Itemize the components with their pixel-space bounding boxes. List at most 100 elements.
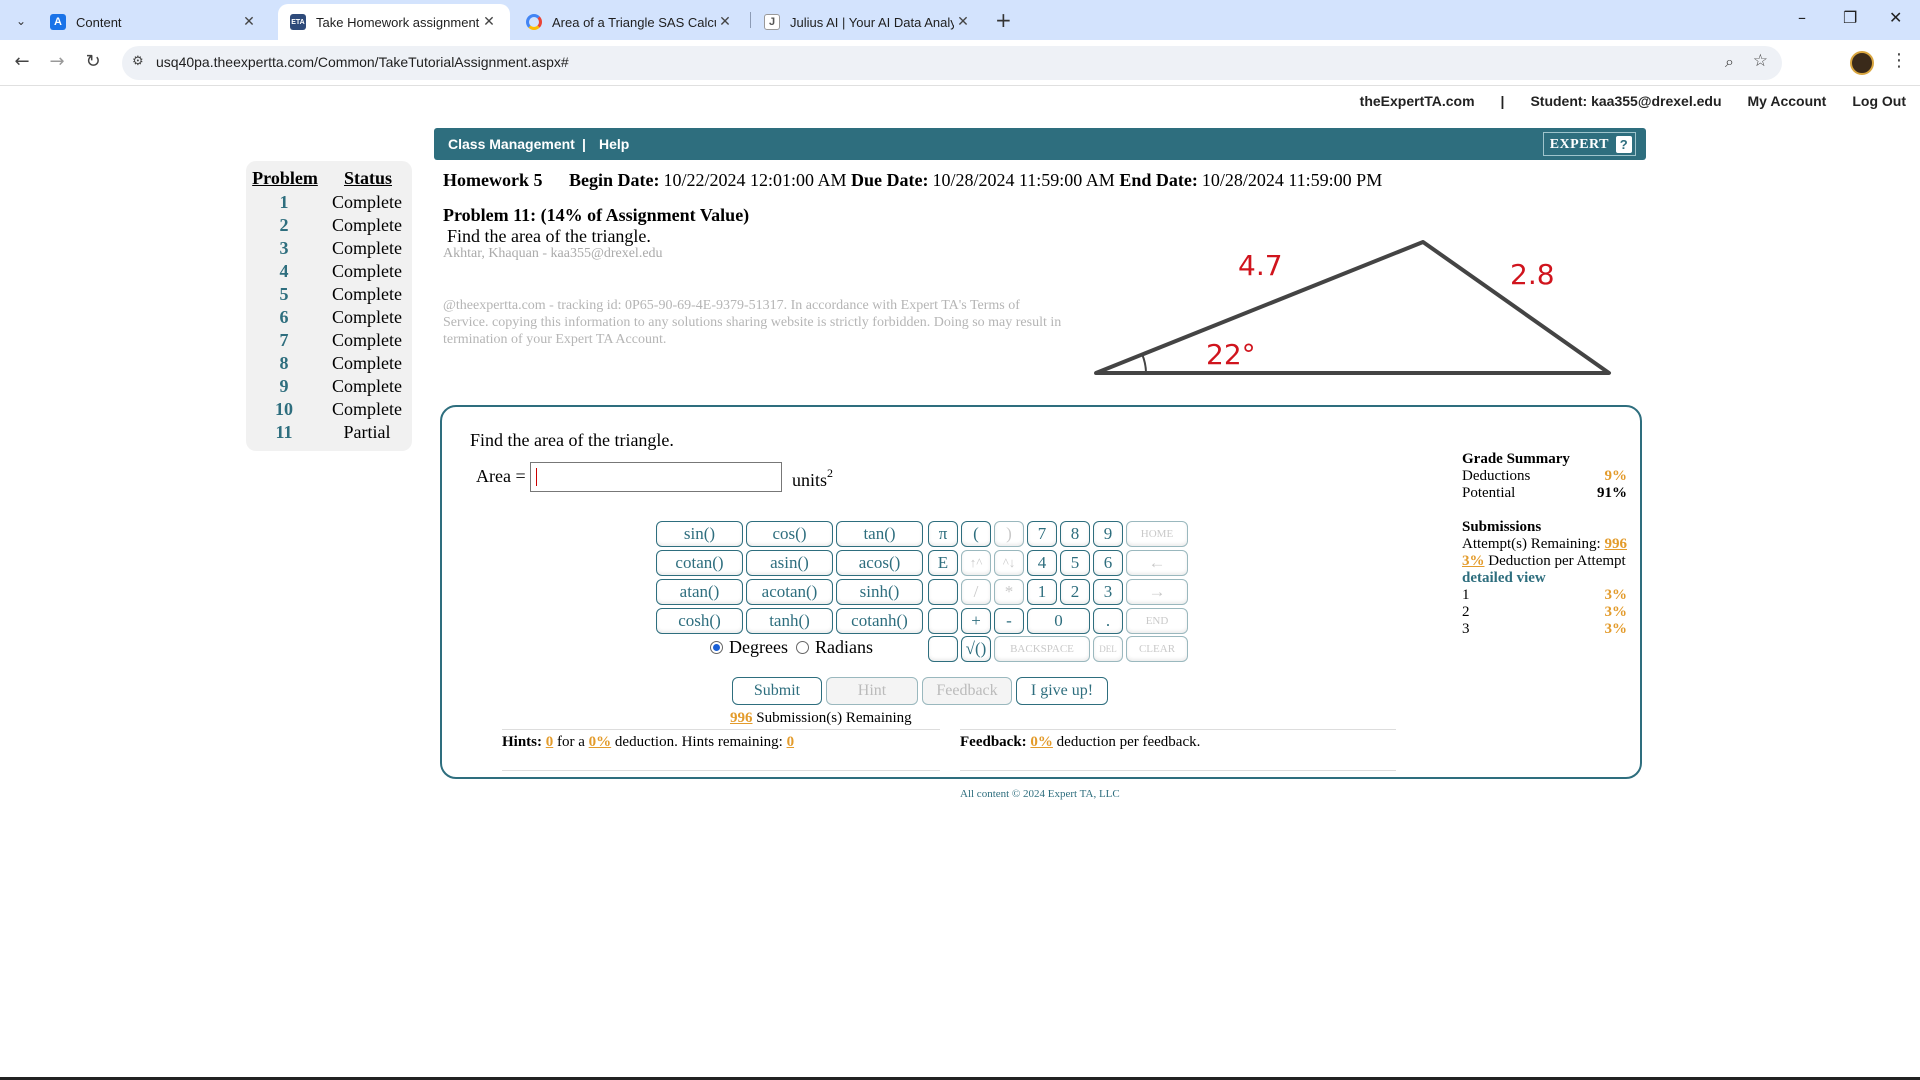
cos-button[interactable]: cos()	[746, 521, 833, 547]
url-text[interactable]: usq40pa.theexpertta.com/Common/TakeTutor…	[156, 54, 569, 70]
key-6[interactable]: 6	[1093, 550, 1123, 576]
help-link[interactable]: Help	[599, 136, 629, 152]
tanh-button[interactable]: tanh()	[746, 608, 833, 634]
delete-button[interactable]: DEL	[1093, 636, 1123, 662]
site-link[interactable]: theExpertTA.com	[1360, 93, 1475, 109]
clear-button[interactable]: CLEAR	[1126, 636, 1188, 662]
right-paren-button[interactable]: )	[994, 521, 1024, 547]
end-button[interactable]: END	[1126, 608, 1188, 634]
close-tab-icon[interactable]: ✕	[716, 14, 734, 30]
radians-radio[interactable]	[796, 641, 809, 654]
problem-number[interactable]: 7	[246, 330, 322, 353]
problem-number[interactable]: 6	[246, 307, 322, 330]
bookmark-star-icon[interactable]: ☆	[1753, 51, 1768, 71]
profile-avatar[interactable]	[1850, 51, 1874, 75]
problem-row[interactable]: 1 Complete	[246, 192, 412, 215]
key-8[interactable]: 8	[1060, 521, 1090, 547]
new-tab-icon[interactable]: +	[995, 8, 1012, 32]
back-icon[interactable]: ←	[10, 50, 34, 74]
subscript-button[interactable]: ^↓	[994, 550, 1024, 576]
degrees-option[interactable]: Degrees	[710, 637, 788, 658]
cursor-right-button[interactable]: →	[1126, 579, 1188, 605]
detailed-view-link[interactable]: detailed view	[1462, 570, 1627, 587]
close-tab-icon[interactable]: ✕	[480, 14, 498, 30]
problem-row[interactable]: 4 Complete	[246, 261, 412, 284]
key-1[interactable]: 1	[1027, 579, 1057, 605]
atan-button[interactable]: atan()	[656, 579, 743, 605]
problem-number[interactable]: 2	[246, 215, 322, 238]
decimal-key[interactable]: .	[1093, 608, 1123, 634]
sqrt-button[interactable]: √()	[961, 636, 991, 662]
problem-row[interactable]: 6 Complete	[246, 307, 412, 330]
logout-link[interactable]: Log Out	[1852, 93, 1906, 109]
site-info-icon[interactable]: ⚙	[132, 54, 144, 69]
give-up-button[interactable]: I give up!	[1016, 677, 1108, 705]
blank-key-2[interactable]	[928, 608, 958, 634]
omnibox[interactable]: ⚙ usq40pa.theexpertta.com/Common/TakeTut…	[122, 46, 1782, 80]
problem-number[interactable]: 5	[246, 284, 322, 307]
key-3[interactable]: 3	[1093, 579, 1123, 605]
tab-julius-ai[interactable]: J Julius AI | Your AI Data Analyst ✕	[752, 4, 984, 40]
close-window-icon[interactable]: ✕	[1889, 8, 1902, 27]
problem-number[interactable]: 10	[246, 399, 322, 422]
plus-button[interactable]: +	[961, 608, 991, 634]
problem-row[interactable]: 3 Complete	[246, 238, 412, 261]
close-tab-icon[interactable]: ✕	[240, 14, 258, 30]
reload-icon[interactable]: ↻	[81, 50, 105, 74]
key-2[interactable]: 2	[1060, 579, 1090, 605]
cursor-left-button[interactable]: ←	[1126, 550, 1188, 576]
close-tab-icon[interactable]: ✕	[954, 14, 972, 30]
cotanh-button[interactable]: cotanh()	[836, 608, 923, 634]
problem-row[interactable]: 11 Partial	[246, 422, 412, 445]
minus-button[interactable]: -	[994, 608, 1024, 634]
tab-content[interactable]: A Content ✕	[38, 4, 270, 40]
superscript-button[interactable]: ↑^	[961, 550, 991, 576]
key-4[interactable]: 4	[1027, 550, 1057, 576]
radians-option[interactable]: Radians	[796, 637, 873, 658]
sin-button[interactable]: sin()	[656, 521, 743, 547]
multiply-button[interactable]: *	[994, 579, 1024, 605]
blank-key-1[interactable]	[928, 579, 958, 605]
key-7[interactable]: 7	[1027, 521, 1057, 547]
my-account-link[interactable]: My Account	[1748, 93, 1827, 109]
tab-triangle-calculator[interactable]: Area of a Triangle SAS Calculat ✕	[514, 4, 746, 40]
problem-row[interactable]: 2 Complete	[246, 215, 412, 238]
problem-number[interactable]: 11	[246, 422, 322, 445]
divide-button[interactable]: /	[961, 579, 991, 605]
tab-take-homework[interactable]: ETA Take Homework assignment ✕	[278, 4, 510, 40]
problem-row[interactable]: 5 Complete	[246, 284, 412, 307]
problem-number[interactable]: 8	[246, 353, 322, 376]
problem-number[interactable]: 3	[246, 238, 322, 261]
problem-row[interactable]: 9 Complete	[246, 376, 412, 399]
restore-icon[interactable]: ❐	[1843, 8, 1857, 27]
minimize-icon[interactable]: –	[1798, 8, 1806, 27]
browser-menu-icon[interactable]: ⋮	[1890, 50, 1908, 71]
hint-button[interactable]: Hint	[826, 677, 918, 705]
e-button[interactable]: E	[928, 550, 958, 576]
home-button[interactable]: HOME	[1126, 521, 1188, 547]
tab-search-icon[interactable]: ⌄	[10, 10, 32, 32]
problem-row[interactable]: 8 Complete	[246, 353, 412, 376]
backspace-button[interactable]: BACKSPACE	[994, 636, 1090, 662]
problem-number[interactable]: 1	[246, 192, 322, 215]
feedback-button[interactable]: Feedback	[922, 677, 1012, 705]
key-9[interactable]: 9	[1093, 521, 1123, 547]
blank-key-3[interactable]	[928, 636, 958, 662]
asin-button[interactable]: asin()	[746, 550, 833, 576]
forward-icon[interactable]: →	[45, 50, 69, 74]
problem-row[interactable]: 7 Complete	[246, 330, 412, 353]
zoom-icon[interactable]: ⌕	[1725, 52, 1734, 72]
area-input[interactable]	[530, 462, 782, 492]
sinh-button[interactable]: sinh()	[836, 579, 923, 605]
key-5[interactable]: 5	[1060, 550, 1090, 576]
problem-number[interactable]: 9	[246, 376, 322, 399]
cotan-button[interactable]: cotan()	[656, 550, 743, 576]
pi-button[interactable]: π	[928, 521, 958, 547]
acos-button[interactable]: acos()	[836, 550, 923, 576]
problem-number[interactable]: 4	[246, 261, 322, 284]
acotan-button[interactable]: acotan()	[746, 579, 833, 605]
degrees-radio[interactable]	[710, 641, 723, 654]
submit-button[interactable]: Submit	[732, 677, 822, 705]
left-paren-button[interactable]: (	[961, 521, 991, 547]
tan-button[interactable]: tan()	[836, 521, 923, 547]
